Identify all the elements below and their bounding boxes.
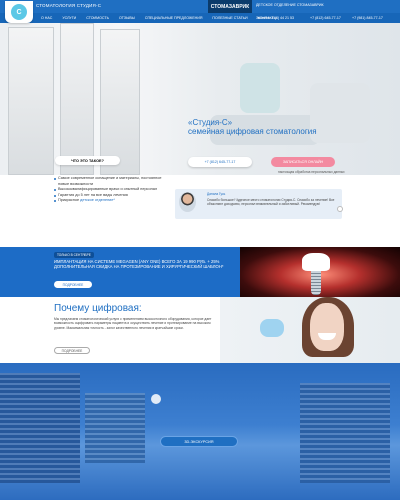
nav-item-articles[interactable]: ПОЛЕЗНЫЕ СТАТЬИ: [207, 16, 252, 20]
building: [0, 373, 80, 483]
review-text: Спасибо большое! Чудесное место стоматол…: [207, 198, 335, 206]
list-item: Прикрасное детское отделение*: [54, 198, 169, 204]
building: [300, 383, 390, 483]
feature-list: Самое современное оснащение и материалы,…: [54, 176, 169, 204]
glass-partition: [100, 29, 140, 175]
signup-button[interactable]: ЗАПИСАТЬСЯ ОНЛАЙН: [271, 157, 335, 167]
hero-title-line1: «Студия-С»: [188, 118, 233, 127]
smile-photo: [220, 297, 400, 363]
glass-partition: [8, 27, 54, 175]
woman-face: [310, 303, 344, 351]
nav-item-offers[interactable]: СПЕЦИАЛЬНЫЕ ПРЕДЛОЖЕНИЯ: [140, 16, 208, 20]
phone-1[interactable]: Звоните: 8 (4) 44 21 53: [256, 16, 294, 20]
nav-item-reviews[interactable]: ОТЗЫВЫ: [114, 16, 140, 20]
nav-item-about[interactable]: О НАС: [36, 16, 57, 20]
hero-title: «Студия-С» семейная цифровая стоматологи…: [188, 118, 317, 136]
brand-name: СТОМАТОЛОГИЯ СТУДИЯ-С: [36, 3, 102, 8]
promo-tag: ТОЛЬКО В СЕНТЯБРЕ: [54, 252, 94, 258]
about-pill: ЧТО ЭТО ТАКОЕ?: [55, 156, 120, 165]
avatar: [179, 192, 196, 212]
nav-item-prices[interactable]: СТОИМОСТЬ: [81, 16, 114, 20]
dental-lamp: [240, 63, 280, 113]
why-more-button[interactable]: ПОДРОБНЕЕ: [54, 347, 90, 354]
dental-unit: [310, 83, 370, 143]
list-item: Самое современное оснащение и материалы,…: [54, 176, 169, 187]
nav-item-services[interactable]: УСЛУГИ: [57, 16, 81, 20]
review-author: Данила Гусь: [207, 192, 226, 196]
kids-department-link[interactable]: детское отделение*: [80, 198, 115, 202]
gloved-hand: [260, 319, 284, 337]
why-text: Мы предлагаем стоматологический услуги с…: [54, 317, 212, 330]
tooth-crown: [302, 253, 330, 271]
partner-subtitle: ДЕТСКОЕ ОТДЕЛЕНИЕ СТОМАЗАВРИК: [256, 3, 324, 7]
building: [85, 393, 145, 463]
main-nav: О НАС УСЛУГИ СТОИМОСТЬ ОТЗЫВЫ СПЕЦИАЛЬНЫ…: [0, 13, 400, 23]
call-button[interactable]: +7 (812) 645-77-17: [188, 157, 252, 167]
review-card: Данила Гусь Спасибо большое! Чудесное ме…: [175, 189, 342, 219]
promo-more-button[interactable]: ПОДРОБНЕЕ: [54, 281, 92, 288]
play-icon[interactable]: [151, 394, 161, 404]
partner-label: СТОМАЗАВРИК: [210, 3, 250, 10]
promo-title: ИМПЛАНТАЦИЯ НА СИСТЕМЕ MEGAGEN (ANY ONE)…: [54, 259, 224, 269]
why-title: Почему цифровая:: [54, 303, 142, 314]
top-bar: СТОМАТОЛОГИЯ СТУДИЯ-С СТОМАЗАВРИК ДЕТСКО…: [0, 0, 400, 13]
logo-icon: С: [11, 4, 27, 20]
phone-2[interactable]: +7 (812) 645-77-17: [310, 16, 341, 20]
signup-note: настоящая обработка персональных данных: [278, 170, 345, 174]
implant-screw: [311, 271, 321, 295]
glass-partition: [60, 23, 94, 175]
hero-banner: [0, 23, 400, 175]
tour-button[interactable]: 3D-ЭКСКУРСИЯ: [160, 436, 238, 447]
chevron-right-icon[interactable]: [337, 206, 343, 212]
hero-title-line2: семейная цифровая стоматология: [188, 127, 317, 136]
tour-section: [0, 363, 400, 500]
phone-3[interactable]: +7 (981) 845-77-17: [352, 16, 383, 20]
site-logo[interactable]: С: [5, 1, 33, 23]
partner-logo[interactable]: СТОМАЗАВРИК: [208, 0, 252, 13]
implant-image: [240, 247, 400, 297]
